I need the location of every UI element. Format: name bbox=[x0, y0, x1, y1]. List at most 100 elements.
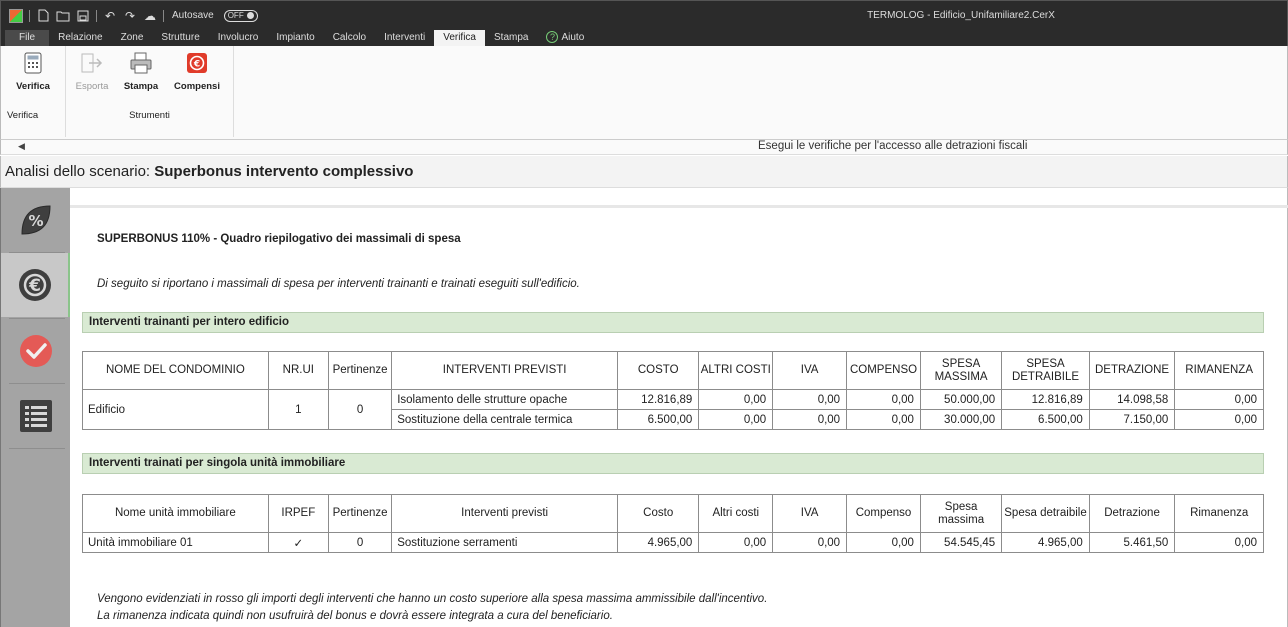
tab-file[interactable]: File bbox=[5, 30, 50, 46]
tab-impianto[interactable]: Impianto bbox=[267, 30, 323, 46]
tab-calcolo[interactable]: Calcolo bbox=[324, 30, 375, 46]
spesa-massima: 54.545,45 bbox=[919, 532, 1003, 553]
trainati-heading: Interventi trainati per singola unità im… bbox=[82, 453, 1264, 474]
compenso: 0,00 bbox=[846, 389, 921, 410]
col-header: Rimanenza bbox=[1174, 494, 1264, 533]
table-row: Unità immobiliare 01 ✓ 0 Sostituzione se… bbox=[82, 532, 1264, 553]
detrazione: 5.461,50 bbox=[1088, 532, 1176, 553]
euro-icon: € bbox=[184, 50, 210, 76]
col-header: COSTO bbox=[617, 351, 700, 390]
altri-costi: 0,00 bbox=[698, 532, 774, 553]
autosave-state: OFF bbox=[227, 11, 244, 20]
col-header: Pertinenze bbox=[327, 351, 393, 390]
tab-relazione[interactable]: Relazione bbox=[49, 30, 111, 46]
col-header: Detrazione bbox=[1088, 494, 1176, 533]
rimanenza: 0,00 bbox=[1174, 409, 1264, 430]
stampa-button-label: Stampa bbox=[123, 81, 159, 92]
window-title: TERMOLOG - Edificio_Unifamiliare2.CerX bbox=[867, 10, 1055, 21]
group-label-verifica: Verifica bbox=[7, 110, 39, 121]
svg-text:€: € bbox=[193, 60, 200, 70]
rail-item-percent[interactable]: % bbox=[1, 188, 71, 252]
trainanti-heading: Interventi trainanti per intero edificio bbox=[82, 312, 1264, 333]
compenso: 0,00 bbox=[846, 409, 921, 430]
compenso: 0,00 bbox=[846, 532, 921, 553]
col-header: COMPENSO bbox=[846, 351, 921, 390]
tab-zone[interactable]: Zone bbox=[112, 30, 153, 46]
report-content: SUPERBONUS 110% - Quadro riepilogativo d… bbox=[70, 188, 1288, 627]
ribbon-hint-row: ◀ Esegui le verifiche per l'accesso alle… bbox=[0, 140, 1288, 155]
table-header-row: NOME DEL CONDOMINIO NR.UI Pertinenze INT… bbox=[82, 351, 1264, 390]
list-icon bbox=[20, 400, 52, 432]
col-header: Costo bbox=[617, 494, 700, 533]
ribbon: Verifica Verifica Esporta Stampa € Compe… bbox=[0, 46, 1288, 140]
col-header: IVA bbox=[772, 351, 848, 390]
compensi-button-label: Compensi bbox=[174, 81, 220, 92]
tab-aiuto-label: Aiuto bbox=[561, 32, 585, 43]
costo: 6.500,00 bbox=[617, 409, 700, 430]
tab-verifica[interactable]: Verifica bbox=[434, 30, 485, 46]
undo-icon[interactable]: ↶ bbox=[103, 9, 117, 23]
tab-interventi[interactable]: Interventi bbox=[375, 30, 434, 46]
col-header: RIMANENZA bbox=[1174, 351, 1264, 390]
note-line: La rimanenza indicata quindi non usufrui… bbox=[97, 610, 613, 622]
spesa-massima: 50.000,00 bbox=[919, 389, 1003, 410]
col-header: NR.UI bbox=[267, 351, 329, 390]
stampa-button[interactable]: Stampa bbox=[115, 50, 167, 92]
col-header: SPESA DETRAIBILE bbox=[1001, 351, 1090, 390]
calculator-icon bbox=[20, 50, 46, 76]
autosave-toggle[interactable]: OFF bbox=[223, 9, 258, 22]
tab-stampa[interactable]: Stampa bbox=[485, 30, 537, 46]
help-icon: ? bbox=[546, 31, 559, 43]
open-folder-icon[interactable] bbox=[56, 9, 70, 23]
detrazione: 14.098,58 bbox=[1088, 389, 1176, 410]
col-header: Spesa detraibile bbox=[1001, 494, 1090, 533]
group-label-strumenti: Strumenti bbox=[129, 110, 170, 121]
esporta-button-label: Esporta bbox=[75, 81, 109, 92]
compensi-button[interactable]: € Compensi bbox=[171, 50, 223, 92]
note-line: Vengono evidenziati in rosso gli importi… bbox=[97, 593, 768, 605]
cloud-icon[interactable]: ☁ bbox=[143, 9, 157, 23]
check-circle-icon bbox=[20, 335, 52, 367]
scenario-header: Analisi dello scenario: Superbonus inter… bbox=[0, 156, 1288, 188]
report-intro: Di seguito si riportano i massimali di s… bbox=[97, 278, 580, 290]
table-header-row: Nome unità immobiliare IRPEF Pertinenze … bbox=[82, 494, 1264, 533]
table-row: Edificio 1 0 Isolamento delle strutture … bbox=[82, 389, 1264, 430]
tab-aiuto[interactable]: ? Aiuto bbox=[537, 30, 593, 46]
iva: 0,00 bbox=[772, 532, 848, 553]
detrazione: 7.150,00 bbox=[1088, 409, 1176, 430]
scenario-name: Superbonus intervento complessivo bbox=[154, 163, 414, 180]
altri-costi: 0,00 bbox=[698, 389, 774, 410]
scenario-prefix: Analisi dello scenario: bbox=[5, 163, 155, 180]
esporta-button[interactable]: Esporta bbox=[66, 50, 118, 92]
col-header: SPESA MASSIMA bbox=[919, 351, 1003, 390]
verifica-button[interactable]: Verifica bbox=[7, 50, 59, 92]
intervento: Isolamento delle strutture opache bbox=[391, 389, 619, 410]
col-header: Nome unità immobiliare bbox=[82, 494, 269, 533]
redo-icon[interactable]: ↷ bbox=[123, 9, 137, 23]
new-file-icon[interactable] bbox=[36, 9, 50, 23]
trainati-table: Nome unità immobiliare IRPEF Pertinenze … bbox=[82, 494, 1264, 553]
tab-involucro[interactable]: Involucro bbox=[209, 30, 268, 46]
iva: 0,00 bbox=[772, 389, 848, 410]
intervento: Sostituzione serramenti bbox=[391, 532, 619, 553]
percent-leaf-icon: % bbox=[21, 205, 51, 235]
toggle-knob bbox=[246, 12, 254, 19]
nr-ui: 1 bbox=[267, 389, 329, 430]
save-icon[interactable] bbox=[76, 9, 90, 23]
app-logo bbox=[9, 8, 23, 23]
col-header: IVA bbox=[772, 494, 848, 533]
irpef-check: ✓ bbox=[267, 532, 329, 553]
tab-strutture[interactable]: Strutture bbox=[152, 30, 208, 46]
rail-item-euro[interactable]: € bbox=[1, 253, 71, 317]
col-header: Compenso bbox=[846, 494, 921, 533]
printer-icon bbox=[128, 50, 154, 76]
rail-item-list[interactable] bbox=[1, 384, 71, 448]
rail-item-check[interactable] bbox=[1, 319, 71, 383]
report-title: SUPERBONUS 110% - Quadro riepilogativo d… bbox=[97, 233, 461, 245]
ribbon-collapse-icon[interactable]: ◀ bbox=[18, 141, 25, 152]
col-header: Interventi previsti bbox=[391, 494, 619, 533]
trainanti-table: NOME DEL CONDOMINIO NR.UI Pertinenze INT… bbox=[82, 351, 1264, 430]
building-name: Edificio bbox=[82, 389, 269, 430]
ribbon-hint: Esegui le verifiche per l'accesso alle d… bbox=[758, 140, 1028, 152]
col-header: IRPEF bbox=[267, 494, 329, 533]
